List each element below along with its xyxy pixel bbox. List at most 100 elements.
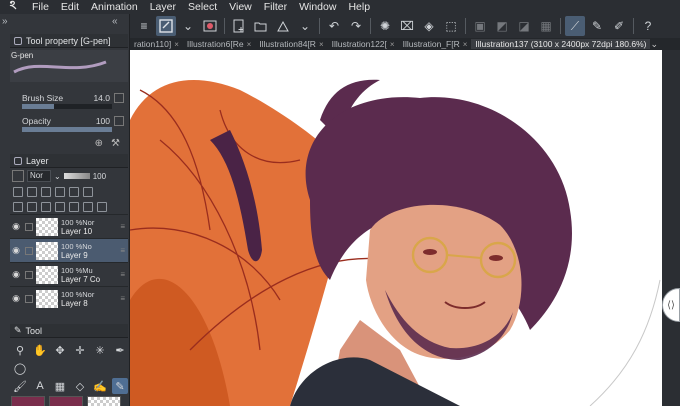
brush-size-down-icon[interactable] [114,93,124,103]
layer-row[interactable]: ◉ 100 %No Layer 9 ≡ [10,238,128,262]
operation-icon[interactable]: ✛ [72,342,88,358]
layer-opacity-value[interactable]: 100 [93,172,106,181]
quick-access-icon[interactable] [156,16,176,36]
main-color-swatch[interactable] [11,396,45,406]
layer-checkbox[interactable] [25,270,33,279]
brush-preview[interactable]: G-pen [10,50,128,82]
open-folder-icon[interactable] [251,16,271,36]
menu-view[interactable]: View [223,0,258,14]
menu-file[interactable]: File [26,0,55,14]
chevron-down-icon[interactable]: ⌄ [178,16,198,36]
help-icon[interactable]: ? [638,16,658,36]
menu-window[interactable]: Window [293,0,342,14]
canvas-scroll-area[interactable] [662,50,680,406]
document-tab[interactable]: Illustration137 (3100 x 2400px 72dpi 180… [471,39,651,49]
menu-edit[interactable]: Edit [55,0,85,14]
pen-icon[interactable]: ✍ [92,378,108,394]
layer-checkbox[interactable] [25,222,33,231]
menu-animation[interactable]: Animation [85,0,144,14]
hamburger-menu-icon[interactable]: ≡ [134,16,154,36]
sub-color-swatch[interactable] [49,396,83,406]
hand-icon[interactable]: ✋ [32,342,48,358]
delete-layer-icon[interactable] [97,201,107,212]
selection-off-icon[interactable]: ▣ [470,16,490,36]
move-icon[interactable]: ✥ [52,342,68,358]
brush-size-value[interactable]: 14.0 [93,93,110,103]
tab-close-icon[interactable]: × [319,40,324,49]
drawing-canvas[interactable] [130,50,662,406]
tab-close-icon[interactable]: × [463,40,468,49]
layer-checkbox[interactable] [25,246,33,255]
document-tab[interactable]: Illustration122[× [328,39,399,49]
clip-layer-icon[interactable] [27,186,37,197]
lock-alpha-icon[interactable] [69,186,79,197]
g-pen-icon[interactable]: ✎ [112,378,128,394]
opacity-value[interactable]: 100 [96,116,110,126]
document-tab[interactable]: ration110] × [130,39,183,49]
drag-handle-icon[interactable]: ≡ [120,246,125,255]
layer-checkbox[interactable] [25,294,33,303]
layer-color-icon[interactable] [12,170,24,182]
layer-row[interactable]: ◉ 100 %Nor Layer 8 ≡ [10,286,128,310]
chevron-down-icon-2[interactable]: ⌄ [295,16,315,36]
mask-enable-icon[interactable] [83,186,93,197]
drag-handle-icon[interactable]: ≡ [120,294,125,303]
tab-close-icon[interactable]: × [247,40,252,49]
pen-snap-icon[interactable]: ✐ [609,16,629,36]
undo-icon[interactable]: ↶ [324,16,344,36]
layer-row[interactable]: ◉ 100 %Nor Layer 10 ≡ [10,214,128,238]
opacity-down-icon[interactable] [114,116,124,126]
tab-close-icon[interactable]: × [390,40,395,49]
transparent-color-swatch[interactable] [87,396,121,406]
selection-invert-icon[interactable]: ◪ [514,16,534,36]
drag-handle-icon[interactable]: ≡ [120,270,125,279]
tab-close-icon[interactable]: × [174,40,179,49]
layer-opacity-bar[interactable] [63,173,90,179]
selection-crop-icon[interactable]: ◩ [492,16,512,36]
new-raster-layer-icon[interactable] [13,201,23,212]
brush-icon[interactable]: 🖌 [12,378,28,394]
document-tab[interactable]: Illustration_F[R × [399,39,472,49]
loading-spinner-icon[interactable]: ✺ [375,16,395,36]
brush-size-slider[interactable] [22,104,112,109]
opacity-slider[interactable] [22,127,112,132]
menu-help[interactable]: Help [342,0,376,14]
layer-row[interactable]: ◉ 100 %Mu Layer 7 Co ≡ [10,262,128,286]
text-icon[interactable]: A [32,378,48,394]
merge-down-icon[interactable] [69,201,79,212]
brush-snap-icon[interactable]: ✎ [587,16,607,36]
settings-circle-icon[interactable]: ⊕ [95,138,103,149]
grid-icon[interactable]: ▦ [52,378,68,394]
zoom-icon[interactable]: ⚲ [12,342,28,358]
collapse-right-icon[interactable]: « [112,16,118,27]
lock-layer-icon[interactable] [13,186,23,197]
new-folder-icon[interactable] [41,201,51,212]
auto-select-icon[interactable]: ✳ [92,342,108,358]
menu-select[interactable]: Select [182,0,223,14]
transform-icon[interactable]: ⬚ [441,16,461,36]
wrench-icon[interactable]: ⚒ [111,138,120,149]
menu-layer[interactable]: Layer [144,0,182,14]
blend-chevron-icon[interactable]: ⌄ [54,172,61,181]
fill-bucket-icon[interactable]: ◈ [419,16,439,36]
ruler-snap-icon[interactable]: ⟋ [565,16,585,36]
document-tab[interactable]: Illustration6[Re × [183,39,255,49]
eyedropper-icon[interactable]: ✒ [112,342,128,358]
menu-filter[interactable]: Filter [258,0,293,14]
tab-overflow-chevron-icon[interactable]: ⌄ [650,39,658,50]
visibility-eye-icon[interactable]: ◉ [10,221,22,232]
clear-layer-icon[interactable]: ⌧ [397,16,417,36]
collapse-left-icon[interactable]: » [2,16,8,27]
visibility-eye-icon[interactable]: ◉ [10,269,22,280]
draft-layer-icon[interactable] [55,186,65,197]
visibility-eye-icon[interactable]: ◉ [10,293,22,304]
redo-icon[interactable]: ↷ [346,16,366,36]
lasso-icon[interactable]: ◯ [12,360,28,376]
selection-grid-icon[interactable]: ▦ [536,16,556,36]
companion-mode-icon[interactable] [200,16,220,36]
transfer-down-icon[interactable] [55,201,65,212]
new-canvas-icon[interactable] [229,16,249,36]
save-icon[interactable] [273,16,293,36]
layer-mask-icon[interactable] [83,201,93,212]
blend-mode-select[interactable]: Nor [27,170,51,182]
